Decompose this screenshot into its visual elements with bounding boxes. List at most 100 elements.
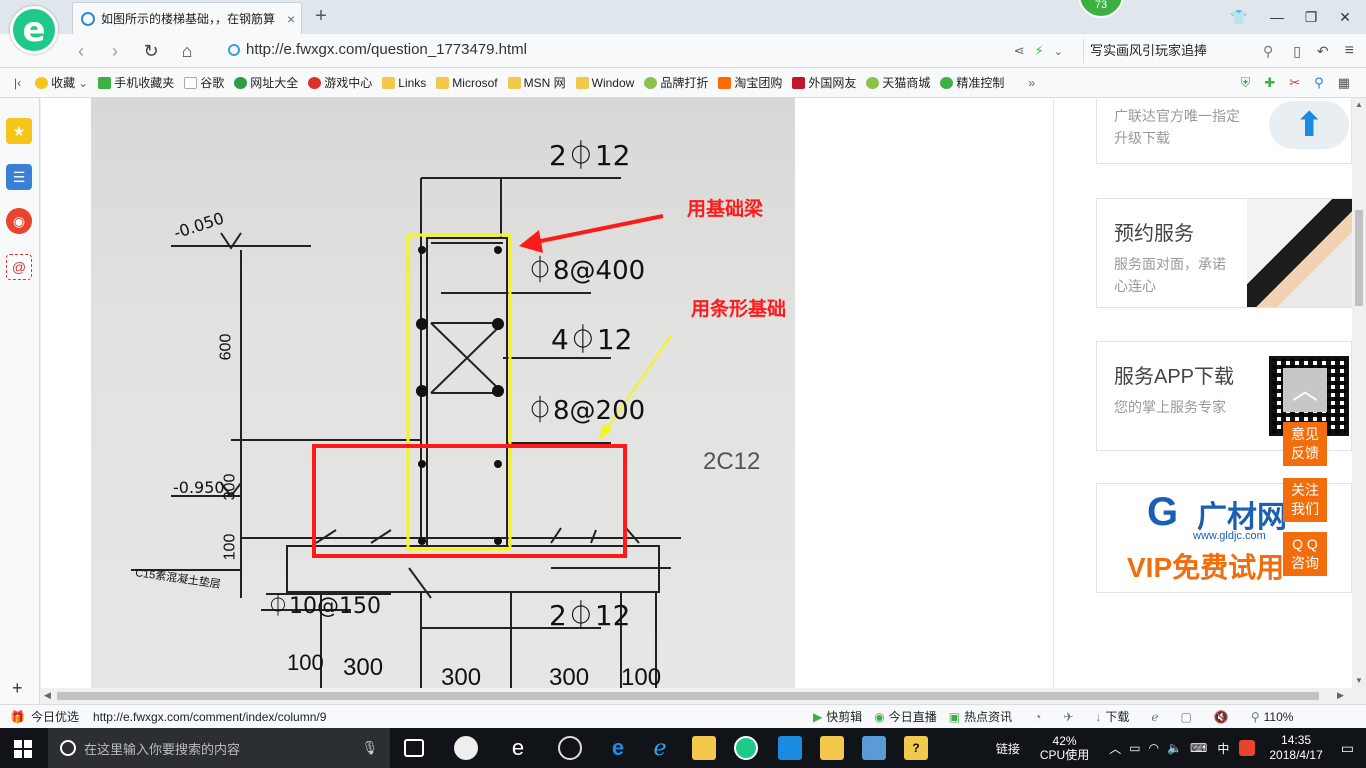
file-explorer-icon[interactable] [692,736,716,760]
scroll-up-icon[interactable]: ▲ [1355,100,1363,109]
horizontal-scrollbar[interactable]: ◀ ▶ [41,688,1352,704]
tab-question[interactable]: 如图所示的楼梯基础，，在钢筋算 × [72,2,302,34]
action-center-icon[interactable]: ▭ [1341,740,1354,757]
phone-icon[interactable]: ▯ [1293,43,1301,60]
back-icon[interactable]: ‹ [70,40,92,62]
translate-icon[interactable]: ✚ [1264,75,1275,91]
shield-icon[interactable]: ⛨ [1241,75,1251,91]
vertical-scroll-thumb[interactable] [1355,210,1363,306]
apps-grid-icon[interactable]: ▦ [1338,75,1350,91]
upgrade-download-card[interactable]: 广联达官方唯一指定升级下载 ⬆ [1096,98,1352,164]
help-app-icon[interactable]: ? [904,736,928,760]
bookmark-13[interactable]: 精准控制 [940,74,1004,91]
undo-icon[interactable]: ↶ [1317,43,1329,60]
follow-us-button[interactable]: 关注我们 [1283,478,1327,522]
today-picks-link[interactable]: 今日优选 [31,708,79,725]
home-icon[interactable]: ⌂ [176,40,198,62]
appointment-card[interactable]: 预约服务 服务面对面，承诺心连心 [1096,198,1352,308]
horizontal-scroll-thumb[interactable] [57,692,1319,700]
ime-indicator[interactable]: 中 [1217,740,1229,757]
magnifier-icon[interactable]: ⚲ [1314,75,1324,91]
bookmark-9[interactable]: 品牌打折 [644,74,708,91]
bookmark-7[interactable]: MSN 网 [507,74,566,91]
plus-app-icon[interactable] [778,736,802,760]
bookmark-1[interactable]: 手机收藏夹 [98,74,174,91]
share-icon[interactable]: ⋖ [1014,43,1025,59]
vertical-scrollbar[interactable]: ▲ ▼ [1352,98,1366,688]
download-link[interactable]: 下载 [1105,708,1129,725]
notification-badge[interactable]: 73 [1078,0,1124,18]
mute-icon[interactable]: 🔇 [1214,710,1229,724]
tray-expand-icon[interactable]: ︿ [1109,740,1121,757]
today-live-link[interactable]: 今日直播 [889,708,937,725]
scissors-icon[interactable]: ✂ [1289,75,1300,91]
bookmark-10[interactable]: 淘宝团购 [718,74,782,91]
windows-start-icon[interactable] [14,740,32,758]
hot-news-link[interactable]: 热点资讯 [964,708,1012,725]
task-view-icon[interactable] [404,739,424,757]
taskbar-search-box[interactable]: 在这里输入你要搜索的内容 🎙 [48,728,390,768]
bookmark-8[interactable]: Window [575,76,634,90]
email-icon[interactable]: @ [6,254,32,280]
ie-browser-icon[interactable]: e [506,736,530,760]
volume-icon[interactable]: 🔈 [1167,741,1182,755]
weibo-icon[interactable]: ◉ [6,208,32,234]
calc-app-icon[interactable] [862,736,886,760]
bookmark-5[interactable]: Links [382,76,426,90]
feedback-button[interactable]: 意见反馈 [1283,422,1327,466]
notes-app-icon[interactable] [820,736,844,760]
battery-icon[interactable]: ▭ [1129,741,1140,755]
wifi-icon[interactable]: ◠ [1149,741,1159,755]
window-icon[interactable]: ▢ [1181,710,1192,724]
add-sidebar-icon[interactable]: + [12,678,23,699]
bookmark-6[interactable]: Microsof [436,76,498,90]
ie-mode-icon[interactable]: ℯ [1151,710,1158,724]
minimize-button[interactable]: — [1266,6,1288,28]
bookmark-12[interactable]: 天猫商城 [866,74,930,91]
forward-icon[interactable]: › [104,40,126,62]
lightning-icon[interactable]: ⚡ [1035,43,1044,59]
qq-consult-button[interactable]: Q Q 咨询 [1283,532,1327,576]
dropdown-icon[interactable]: ⌄ [1054,45,1063,58]
bookmark-3[interactable]: 网址大全 [234,74,298,91]
reading-list-icon[interactable]: ☰ [6,164,32,190]
pinwheel-app-icon[interactable] [454,736,478,760]
restore-button[interactable]: ❐ [1300,6,1322,28]
ie-icon[interactable]: ℯ [648,736,672,760]
edge-icon[interactable]: e [606,736,630,760]
bookmarks-more-icon[interactable]: » [1028,76,1035,90]
zoom-level[interactable]: 110% [1264,710,1294,724]
skin-icon[interactable]: 👕 [1228,6,1250,28]
bookmark-2[interactable]: 谷歌 [184,74,224,91]
back-to-top-button[interactable]: ︿ [1283,368,1327,412]
scroll-right-icon[interactable]: ▶ [1337,690,1344,701]
browser-logo-icon[interactable]: e [10,6,58,54]
close-window-button[interactable]: ✕ [1334,6,1356,28]
search-icon[interactable]: ⚲ [1263,43,1273,60]
speed-icon[interactable]: ◔ [1034,710,1041,724]
menu-icon[interactable]: ≡ [1345,42,1354,60]
bookmark-0[interactable]: 收藏 ⌄ [35,74,88,91]
tab-close-icon[interactable]: × [287,11,295,27]
spiral-app-icon[interactable] [558,736,582,760]
address-search-box[interactable]: 写实画风引玩家追捧 [1082,39,1263,63]
sidebar-toggle-icon[interactable]: |‹ [14,76,21,90]
refresh-icon[interactable]: ↻ [140,40,162,62]
scroll-down-icon[interactable]: ▼ [1355,676,1363,685]
microphone-icon[interactable]: 🎙 [361,740,378,756]
clock[interactable]: 14:35 2018/4/17 [1269,733,1322,763]
card-title: 预约服务 [1114,223,1194,245]
pin-icon[interactable]: ✈ [1063,710,1073,724]
bookmark-11[interactable]: 外国网友 [792,74,856,91]
scroll-left-icon[interactable]: ◀ [44,690,51,701]
360-browser-icon[interactable] [734,736,758,760]
links-toolbar[interactable]: 链接 [996,740,1020,757]
new-tab-button[interactable]: + [310,4,332,28]
url-field[interactable]: http://e.fwxgx.com/question_1773479.html [228,41,527,58]
keyboard-icon[interactable]: ⌨ [1190,741,1207,755]
favorites-star-icon[interactable]: ★ [6,118,32,144]
cpu-meter[interactable]: 42% CPU使用 [1040,734,1089,762]
sogou-icon[interactable] [1239,740,1256,756]
quick-edit-link[interactable]: 快剪辑 [826,708,862,725]
bookmark-4[interactable]: 游戏中心 [308,74,372,91]
